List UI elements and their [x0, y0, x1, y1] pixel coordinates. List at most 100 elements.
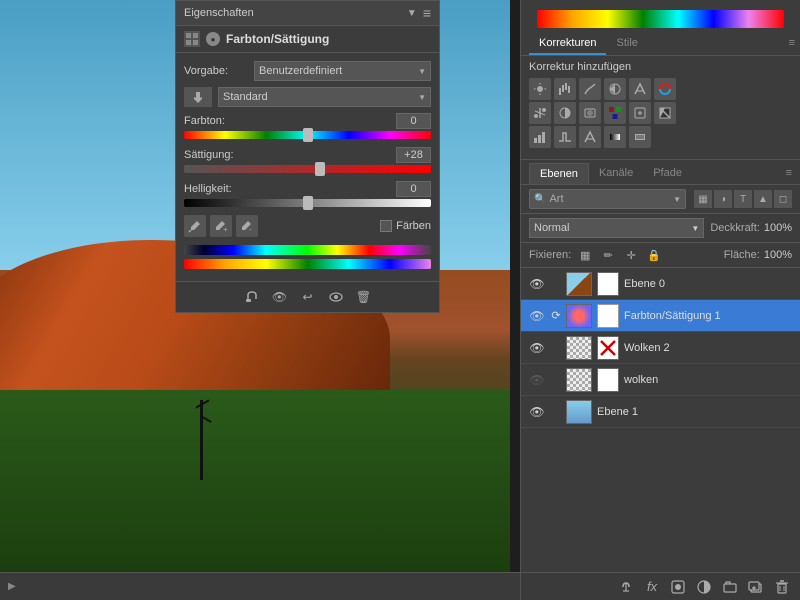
footer-group-btn[interactable]	[720, 577, 740, 597]
adj-exposure-icon[interactable]	[604, 78, 626, 100]
adj-huesat-icon[interactable]	[654, 78, 676, 100]
farben-checkbox[interactable]	[380, 220, 392, 232]
lock-row: Fixieren: ▦ ✏ ✛ 🔒 Fläche: 100%	[521, 243, 800, 268]
flaeche-value[interactable]: 100%	[764, 249, 792, 261]
layer-mask-wolken2	[597, 336, 619, 360]
adj-levels-icon[interactable]	[554, 78, 576, 100]
tab-pfade[interactable]: Pfade	[643, 163, 692, 184]
footer-fx-btn[interactable]: fx	[642, 577, 662, 597]
layer-item-huesat[interactable]: 👁 ⟳ Farbton/Sättigung 1	[521, 300, 800, 332]
layer-link-wolken2[interactable]	[549, 341, 563, 355]
adj-colorbalance-icon[interactable]	[529, 102, 551, 124]
layer-eye-huesat[interactable]: 👁	[529, 308, 545, 324]
panel-separator	[521, 159, 800, 160]
layers-menu-icon[interactable]: ≡	[786, 167, 792, 179]
filter-text-icon[interactable]: T	[734, 190, 752, 208]
layer-link-ebene1[interactable]	[549, 405, 563, 419]
farbton-value[interactable]: 0	[396, 113, 431, 129]
filter-smart-icon[interactable]: ◻	[774, 190, 792, 208]
footer-delete-btn[interactable]	[772, 577, 792, 597]
blend-mode-dropdown[interactable]: Normal ▼	[529, 218, 704, 238]
eyedropper-add-tool[interactable]: +	[210, 215, 232, 237]
layers-search[interactable]: 🔍 Art ▼	[529, 189, 686, 209]
tab-stile[interactable]: Stile	[606, 33, 647, 55]
filter-shape-icon[interactable]: ▲	[754, 190, 772, 208]
adj-invert-icon[interactable]	[654, 102, 676, 124]
layer-filter-icons: ▦ ◑ T ▲ ◻	[694, 190, 792, 208]
helligkeit-track[interactable]	[184, 199, 431, 207]
footer-icon-reset[interactable]: ↩	[298, 287, 318, 307]
gradient-bar-container	[521, 0, 800, 28]
filter-pixel-icon[interactable]: ▦	[694, 190, 712, 208]
layer-eye-wolken[interactable]: 👁	[529, 372, 545, 388]
filter-adj-icon[interactable]: ◑	[714, 190, 732, 208]
saettigung-thumb[interactable]	[315, 162, 325, 176]
eyedropper-tool[interactable]	[184, 215, 206, 237]
adj-posterize-icon[interactable]	[529, 126, 551, 148]
adj-gradientmap-icon[interactable]	[604, 126, 626, 148]
saettigung-track[interactable]	[184, 165, 431, 173]
saettigung-row: Sättigung: +28	[184, 147, 431, 173]
panel-title: Eigenschaften	[184, 7, 254, 19]
footer-mask-btn[interactable]	[668, 577, 688, 597]
adj-solidcolor-icon[interactable]	[629, 126, 651, 148]
layer-item-wolken[interactable]: 👁 wolken	[521, 364, 800, 396]
deckkraft-value[interactable]: 100%	[764, 222, 792, 234]
hand-tool-icon[interactable]	[184, 87, 212, 107]
rainbow-bottom-bar	[184, 259, 431, 269]
fixieren-label: Fixieren:	[529, 249, 571, 261]
layer-link-ebene0[interactable]	[549, 277, 563, 291]
vorgabe-dropdown[interactable]: Benutzerdefiniert ▼	[254, 61, 431, 81]
helligkeit-thumb[interactable]	[303, 196, 313, 210]
adj-selectivecolor-icon[interactable]	[579, 126, 601, 148]
lock-paint-icon[interactable]: ✏	[599, 246, 617, 264]
footer-newlayer-btn[interactable]	[746, 577, 766, 597]
tab-ebenen[interactable]: Ebenen	[529, 163, 589, 184]
saettigung-value[interactable]: +28	[396, 147, 431, 163]
helligkeit-value[interactable]: 0	[396, 181, 431, 197]
lock-transparent-icon[interactable]: ▦	[576, 246, 594, 264]
adj-threshold-icon[interactable]	[554, 126, 576, 148]
lock-move-icon[interactable]: ✛	[622, 246, 640, 264]
farbton-thumb[interactable]	[303, 128, 313, 142]
adj-curves-icon[interactable]	[579, 78, 601, 100]
layer-eye-ebene1[interactable]: 👁	[529, 404, 545, 420]
helligkeit-label: Helligkeit:	[184, 183, 232, 195]
adj-vibrance-icon[interactable]	[629, 78, 651, 100]
layer-eye-wolken2[interactable]: 👁	[529, 340, 545, 356]
eyedropper-sub-tool[interactable]: -	[236, 215, 258, 237]
footer-icon-delete[interactable]: 🗑	[354, 287, 374, 307]
flaeche-label: Fläche:	[724, 249, 760, 261]
adj-colorlookup-icon[interactable]	[629, 102, 651, 124]
tab-kanaele[interactable]: Kanäle	[589, 163, 643, 184]
adj-brightness-icon[interactable]	[529, 78, 551, 100]
footer-adjustment-btn[interactable]	[694, 577, 714, 597]
saettigung-label: Sättigung:	[184, 149, 234, 161]
layer-item-wolken2[interactable]: 👁 Wolken 2	[521, 332, 800, 364]
footer-icon-clip[interactable]	[242, 287, 262, 307]
standard-dropdown[interactable]: Standard ▼	[218, 87, 431, 107]
deckkraft-label: Deckkraft:	[710, 222, 760, 234]
bottom-bar: ▶	[0, 572, 520, 600]
adj-photofilter-icon[interactable]	[579, 102, 601, 124]
adj-bw-icon[interactable]	[554, 102, 576, 124]
adj-channelmixer-icon[interactable]	[604, 102, 626, 124]
panel-menu-icon[interactable]: ≡	[423, 5, 431, 21]
panel-collapse-icon[interactable]: ▼	[407, 8, 417, 19]
farbton-track[interactable]	[184, 131, 431, 139]
layer-mask-huesat	[597, 304, 619, 328]
layer-link-wolken[interactable]	[549, 373, 563, 387]
korrekturen-menu-icon[interactable]: ≡	[789, 37, 795, 49]
footer-icon-visibility[interactable]	[326, 287, 346, 307]
panel-subheader-title: Farbton/Sättigung	[226, 32, 329, 46]
layer-eye-ebene0[interactable]: 👁	[529, 276, 545, 292]
layer-item-ebene1[interactable]: 👁 Ebene 1	[521, 396, 800, 428]
lock-all-icon[interactable]: 🔒	[645, 246, 663, 264]
adj-row-3	[529, 126, 792, 148]
tab-korrekturen[interactable]: Korrekturen	[529, 33, 606, 55]
panel-header[interactable]: Eigenschaften ▼ ≡	[176, 1, 439, 26]
layer-item-ebene0[interactable]: 👁 Ebene 0	[521, 268, 800, 300]
footer-link-btn[interactable]	[616, 577, 636, 597]
layer-link-huesat[interactable]: ⟳	[549, 309, 563, 323]
footer-icon-eye[interactable]: 👁	[270, 287, 290, 307]
